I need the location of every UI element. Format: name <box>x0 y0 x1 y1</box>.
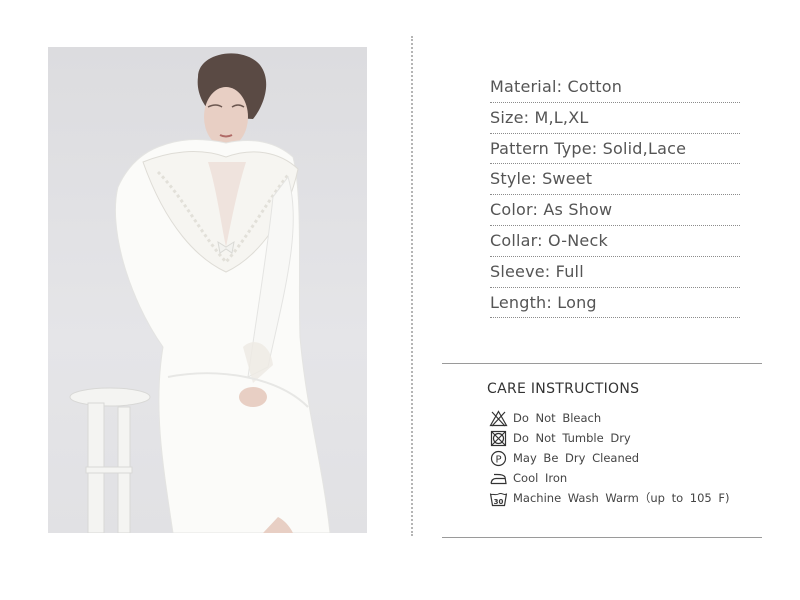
spec-pattern-type: Pattern Type: Solid,Lace <box>490 134 740 165</box>
no-bleach-icon <box>489 409 508 426</box>
care-instructions-title: CARE INSTRUCTIONS <box>487 381 640 397</box>
spec-list: Material: Cotton Size: M,L,XL Pattern Ty… <box>490 72 740 319</box>
care-list: Do Not Bleach Do Not Tumble Dry P May Be… <box>489 408 729 508</box>
care-label: May Be Dry Cleaned <box>513 451 640 465</box>
dry-clean-p-icon: P <box>490 450 507 466</box>
care-label: Do Not Bleach <box>513 411 602 425</box>
care-bottom-divider <box>442 537 762 538</box>
care-top-divider <box>442 363 762 364</box>
care-label: Cool Iron <box>513 471 568 485</box>
care-item-machine-wash: 30 Machine Wash Warm（up to 105 F) <box>489 488 729 508</box>
model-illustration <box>69 53 331 533</box>
spec-material: Material: Cotton <box>490 72 740 103</box>
care-label: Do Not Tumble Dry <box>513 431 631 445</box>
spec-style: Style: Sweet <box>490 164 740 196</box>
care-item-dry-clean: P May Be Dry Cleaned <box>489 448 729 468</box>
wash-30-icon: 30 <box>489 492 508 506</box>
cool-iron-icon <box>490 473 507 484</box>
wash-temperature: 30 <box>494 498 504 506</box>
care-item-no-tumble-dry: Do Not Tumble Dry <box>489 428 729 448</box>
spec-collar: Collar: O-Neck <box>490 226 740 257</box>
spec-length: Length: Long <box>490 288 740 319</box>
care-label: Machine Wash Warm（up to 105 F) <box>513 491 730 505</box>
spec-sleeve: Sleeve: Full <box>490 257 740 288</box>
product-photo <box>48 47 367 533</box>
vertical-divider <box>411 36 413 536</box>
care-item-cool-iron: Cool Iron <box>489 468 729 488</box>
spec-size: Size: M,L,XL <box>490 103 740 134</box>
svg-text:P: P <box>495 454 501 465</box>
care-item-no-bleach: Do Not Bleach <box>489 408 729 428</box>
spec-color: Color: As Show <box>490 195 740 226</box>
no-tumble-dry-icon <box>490 430 507 446</box>
stool <box>69 387 151 533</box>
